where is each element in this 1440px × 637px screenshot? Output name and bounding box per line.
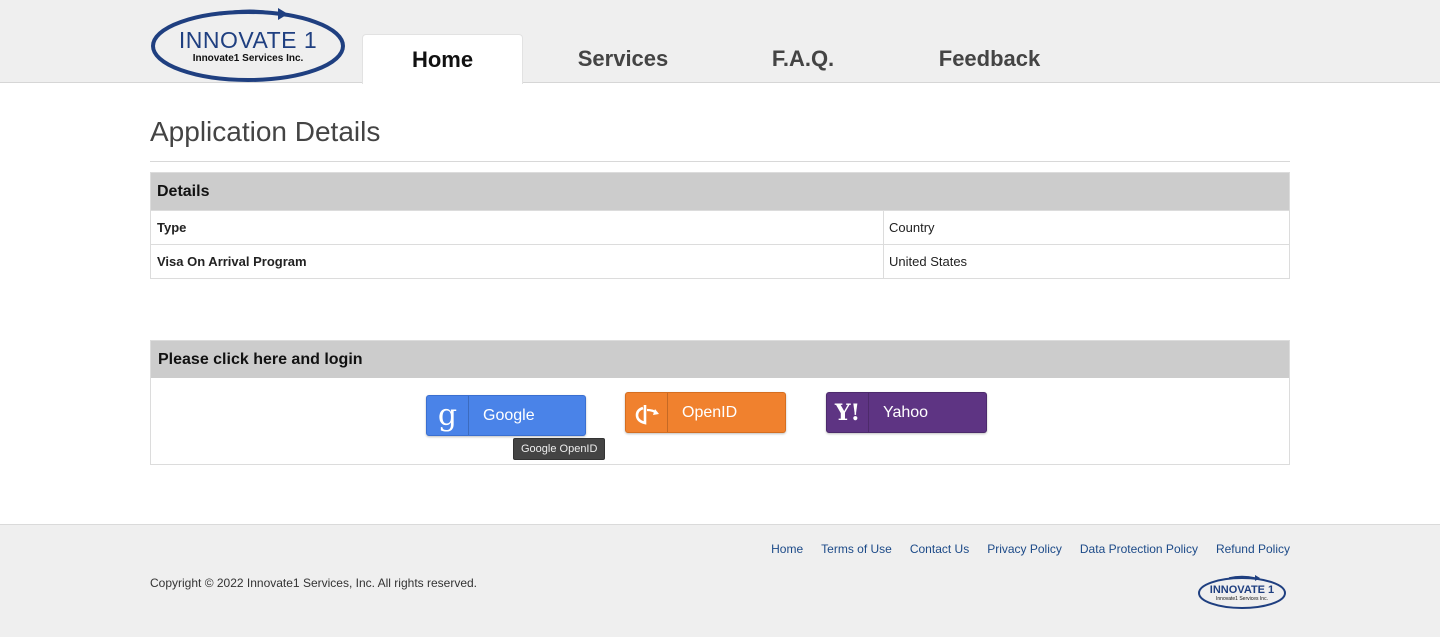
yahoo-login-button[interactable]: Y! Yahoo [826,392,987,433]
innovate1-logo[interactable]: INNOVATE 1 Innovate1 Services Inc. [150,6,346,82]
tab-feedback[interactable]: Feedback [883,34,1096,83]
footer-logo-subtitle: Innovate1 Services Inc. [1216,596,1268,602]
tab-services[interactable]: Services [523,34,723,83]
yahoo-login-label: Yahoo [883,403,929,421]
login-panel: Please click here and login g Google Ope… [150,340,1290,465]
openid-icon [626,393,668,432]
footer-link-refund[interactable]: Refund Policy [1216,542,1290,556]
row-value: Country [889,220,935,235]
details-heading: Details [151,173,1289,210]
row-label: Visa On Arrival Program [151,245,884,278]
header: INNOVATE 1 Innovate1 Services Inc. Home … [0,0,1440,84]
footer-link-data-protection[interactable]: Data Protection Policy [1080,542,1198,556]
tab-home[interactable]: Home [362,34,523,84]
table-row: Type Country [151,210,1289,244]
row-label: Type [151,211,884,244]
table-row: Visa On Arrival Program United States [151,244,1289,278]
footer-links: Home Terms of Use Contact Us Privacy Pol… [771,542,1290,556]
copyright: Copyright © 2022 Innovate1 Services, Inc… [150,576,478,590]
google-login-button[interactable]: g Google [426,395,586,436]
openid-login-button[interactable]: OpenID [625,392,786,433]
logo-subtitle: Innovate1 Services Inc. [192,53,304,64]
footer: Home Terms of Use Contact Us Privacy Pol… [0,524,1440,637]
footer-logo-title: INNOVATE 1 [1209,584,1275,596]
google-login-label: Google [483,406,535,424]
footer-logo: INNOVATE 1 Innovate1 Services Inc. [1197,574,1287,610]
details-table: Details Type Country Visa On Arrival Pro… [150,172,1290,279]
google-g-icon: g [427,396,469,435]
openid-login-label: OpenID [682,403,738,421]
footer-link-home[interactable]: Home [771,542,803,556]
main-nav: Home Services F.A.Q. Feedback [362,34,1096,84]
google-tooltip: Google OpenID [513,438,606,460]
page-title: Application Details [150,116,381,147]
footer-link-terms[interactable]: Terms of Use [821,542,892,556]
footer-link-contact[interactable]: Contact Us [910,542,969,556]
logo-title: INNOVATE 1 [178,27,318,53]
title-divider [150,161,1290,162]
login-heading: Please click here and login [151,341,1289,378]
yahoo-icon: Y! [827,393,869,432]
footer-link-privacy[interactable]: Privacy Policy [987,542,1062,556]
row-value: United States [889,254,968,269]
tab-faq[interactable]: F.A.Q. [723,34,883,83]
